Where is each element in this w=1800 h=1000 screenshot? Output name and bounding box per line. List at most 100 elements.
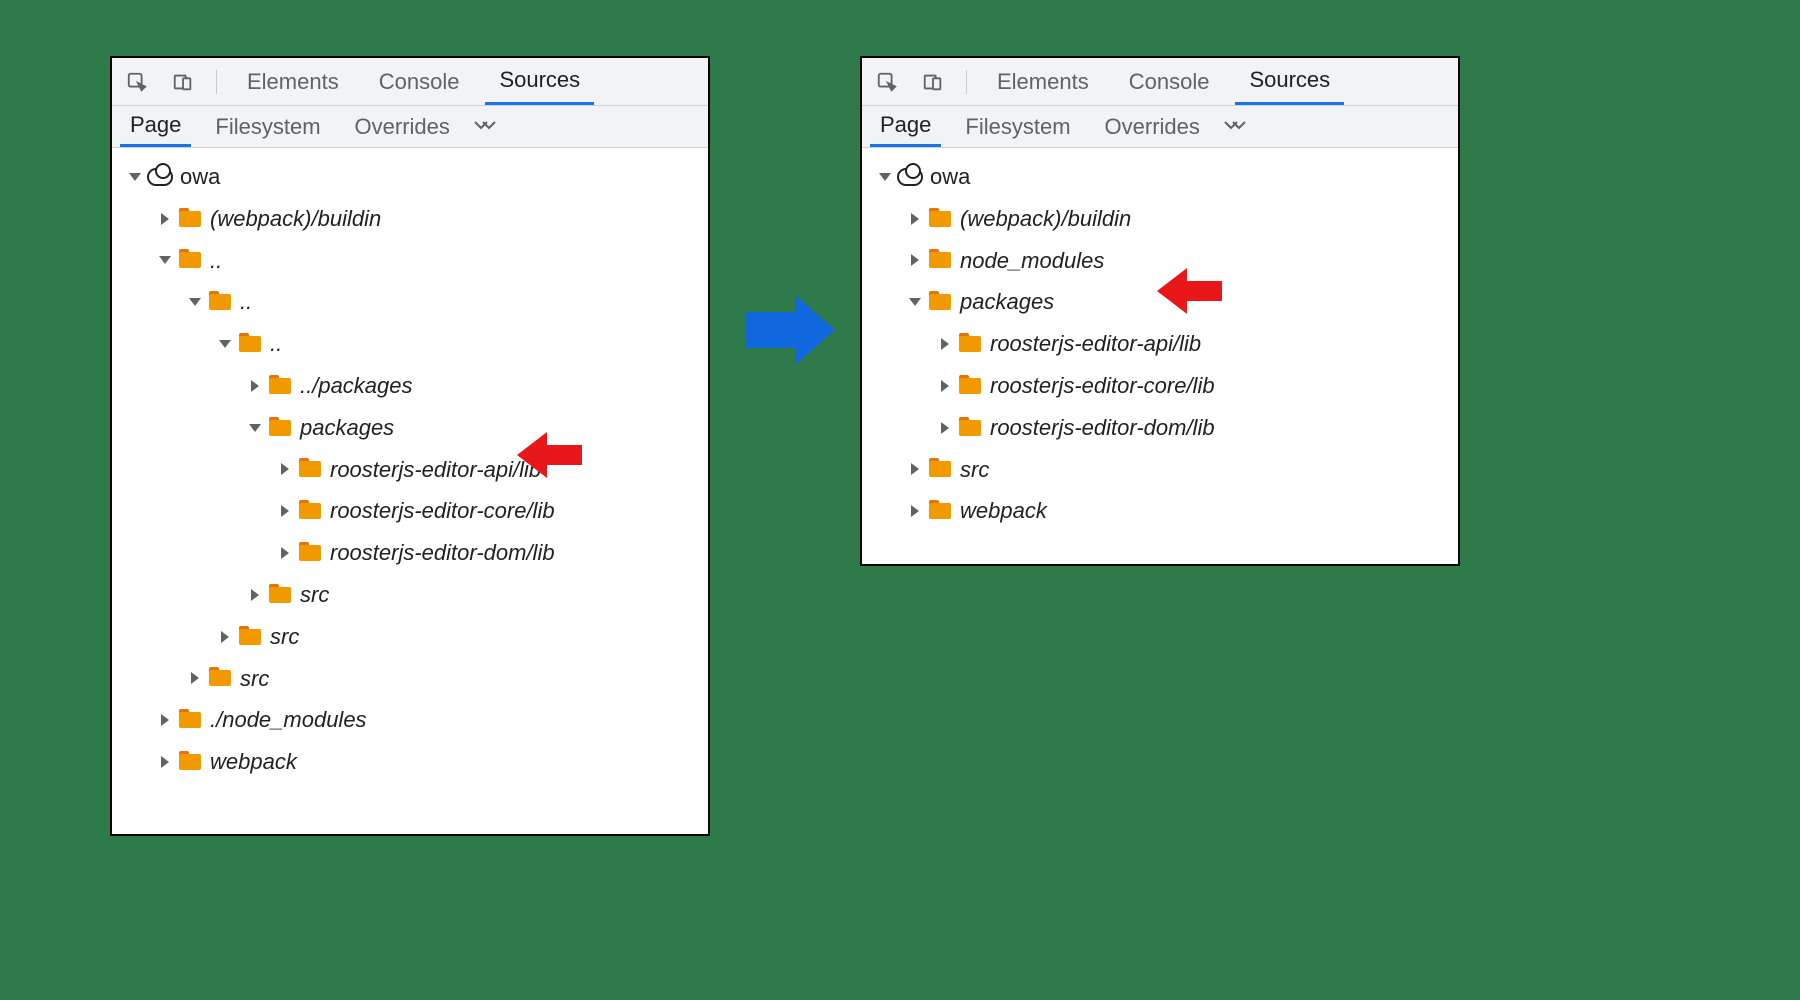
folder-icon — [239, 336, 261, 352]
subtab-filesystem[interactable]: Filesystem — [955, 106, 1080, 147]
chevron-right-icon — [941, 338, 949, 350]
tree-row[interactable]: src — [112, 658, 708, 700]
folder-icon — [299, 503, 321, 519]
tab-console[interactable]: Console — [365, 58, 474, 105]
folder-icon — [179, 712, 201, 728]
tree-row[interactable]: ../packages — [112, 365, 708, 407]
blue-transition-arrow-icon — [740, 290, 840, 370]
cloud-icon — [147, 168, 173, 186]
tree-label: webpack — [960, 490, 1047, 532]
tree-row[interactable]: src — [862, 449, 1458, 491]
tree-label: roosterjs-editor-core/lib — [990, 365, 1215, 407]
chevron-right-icon — [911, 254, 919, 266]
folder-icon — [179, 252, 201, 268]
chevron-right-icon — [161, 714, 169, 726]
tree-row[interactable]: .. — [112, 240, 708, 282]
tree-row[interactable]: src — [112, 616, 708, 658]
tree-row[interactable]: (webpack)/buildin — [112, 198, 708, 240]
chevron-right-icon — [941, 380, 949, 392]
tree-label: .. — [210, 240, 222, 282]
chevron-down-icon — [159, 256, 171, 264]
tab-elements[interactable]: Elements — [983, 58, 1103, 105]
tree-label: ../packages — [300, 365, 413, 407]
chevron-right-icon — [911, 463, 919, 475]
chevron-right-icon — [911, 505, 919, 517]
tree-row[interactable]: ./node_modules — [112, 699, 708, 741]
tree-label: src — [960, 449, 989, 491]
device-toggle-icon[interactable] — [916, 65, 950, 99]
red-annotation-arrow-icon — [1152, 266, 1222, 316]
tree-label: src — [240, 658, 269, 700]
chevron-down-icon — [879, 173, 891, 181]
red-annotation-arrow-icon — [512, 430, 582, 480]
tab-sources[interactable]: Sources — [485, 58, 594, 105]
tree-label: roosterjs-editor-dom/lib — [330, 532, 555, 574]
tree-row[interactable]: src — [112, 574, 708, 616]
tab-sources[interactable]: Sources — [1235, 58, 1344, 105]
folder-icon — [929, 252, 951, 268]
chevron-down-icon — [189, 298, 201, 306]
tree-label: packages — [300, 407, 394, 449]
tree-label: ./node_modules — [210, 699, 367, 741]
tree-label: (webpack)/buildin — [960, 198, 1131, 240]
subtab-page[interactable]: Page — [120, 106, 191, 147]
folder-icon — [929, 211, 951, 227]
cloud-icon — [897, 168, 923, 186]
tree-row-packages[interactable]: packages — [112, 407, 708, 449]
tree-label: owa — [930, 156, 970, 198]
folder-icon — [209, 294, 231, 310]
more-tabs-icon[interactable] — [1224, 120, 1246, 134]
chevron-right-icon — [251, 589, 259, 601]
folder-icon — [959, 378, 981, 394]
tree-row[interactable]: .. — [112, 281, 708, 323]
chevron-down-icon — [909, 298, 921, 306]
tree-row[interactable]: webpack — [112, 741, 708, 783]
folder-icon — [299, 545, 321, 561]
folder-icon — [179, 754, 201, 770]
chevron-right-icon — [161, 213, 169, 225]
tree-label: webpack — [210, 741, 297, 783]
chevron-down-icon — [129, 173, 141, 181]
tree-row[interactable]: roosterjs-editor-api/lib — [112, 449, 708, 491]
folder-icon — [209, 670, 231, 686]
divider — [966, 70, 967, 94]
tree-row[interactable]: .. — [112, 323, 708, 365]
devtools-panel-after: Elements Console Sources Page Filesystem… — [860, 56, 1460, 566]
device-toggle-icon[interactable] — [166, 65, 200, 99]
subtab-overrides[interactable]: Overrides — [1095, 106, 1210, 147]
inspect-icon[interactable] — [870, 65, 904, 99]
subtab-page[interactable]: Page — [870, 106, 941, 147]
folder-icon — [269, 587, 291, 603]
inspect-icon[interactable] — [120, 65, 154, 99]
more-tabs-icon[interactable] — [474, 120, 496, 134]
sources-sub-tabs: Page Filesystem Overrides — [862, 106, 1458, 148]
tree-row[interactable]: roosterjs-editor-core/lib — [112, 490, 708, 532]
chevron-right-icon — [251, 380, 259, 392]
folder-icon — [179, 211, 201, 227]
tree-row[interactable]: (webpack)/buildin — [862, 198, 1458, 240]
tree-row[interactable]: roosterjs-editor-dom/lib — [862, 407, 1458, 449]
tree-label: .. — [240, 281, 252, 323]
tree-row[interactable]: roosterjs-editor-dom/lib — [112, 532, 708, 574]
subtab-overrides[interactable]: Overrides — [345, 106, 460, 147]
tab-elements[interactable]: Elements — [233, 58, 353, 105]
tree-row[interactable]: webpack — [862, 490, 1458, 532]
subtab-filesystem[interactable]: Filesystem — [205, 106, 330, 147]
chevron-right-icon — [281, 505, 289, 517]
tree-label: owa — [180, 156, 220, 198]
folder-icon — [959, 336, 981, 352]
tree-row[interactable]: roosterjs-editor-core/lib — [862, 365, 1458, 407]
tab-console[interactable]: Console — [1115, 58, 1224, 105]
chevron-right-icon — [221, 631, 229, 643]
folder-icon — [929, 461, 951, 477]
folder-icon — [299, 461, 321, 477]
tree-label: src — [270, 616, 299, 658]
tree-row-root[interactable]: owa — [862, 156, 1458, 198]
chevron-down-icon — [249, 424, 261, 432]
folder-icon — [929, 503, 951, 519]
tree-row-root[interactable]: owa — [112, 156, 708, 198]
devtools-panel-before: Elements Console Sources Page Filesystem… — [110, 56, 710, 836]
tree-label: (webpack)/buildin — [210, 198, 381, 240]
tree-label: src — [300, 574, 329, 616]
tree-row[interactable]: roosterjs-editor-api/lib — [862, 323, 1458, 365]
